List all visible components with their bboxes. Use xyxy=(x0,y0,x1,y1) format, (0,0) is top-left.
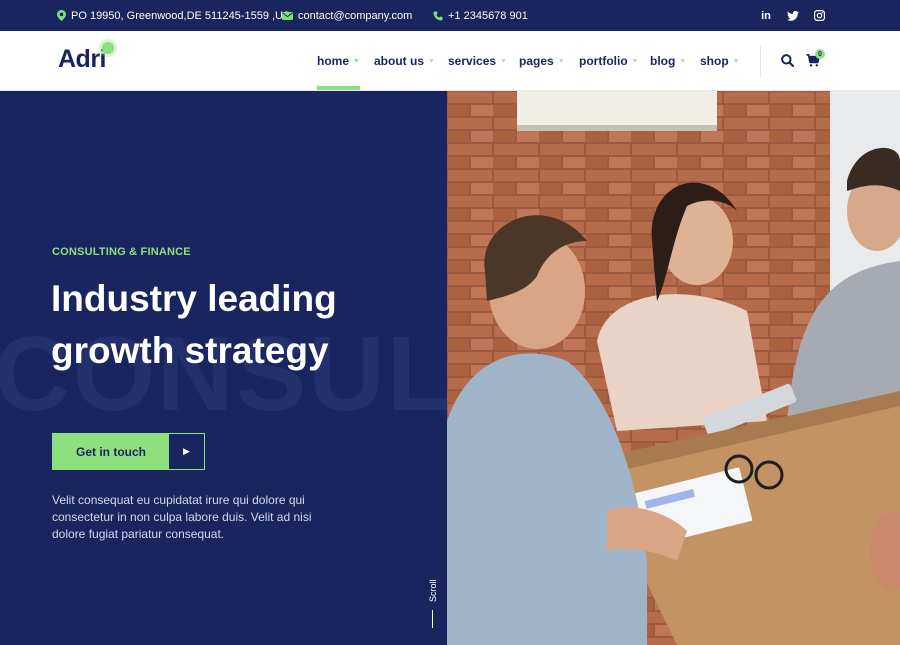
phone-text[interactable]: +1 2345678 901 xyxy=(448,10,528,22)
cart-count-badge: 0 xyxy=(815,49,825,59)
hero-title-line-2: growth strategy xyxy=(51,330,329,371)
active-nav-underline xyxy=(317,86,360,90)
nav-label: about us xyxy=(374,54,424,68)
caret-down-icon: ▼ xyxy=(557,57,565,65)
address-text: PO 19950, Greenwood,DE 511245-1559 ,US xyxy=(71,9,291,22)
hero-panel: CONSULT CONSULTING & FINANCE Industry le… xyxy=(0,91,447,645)
nav-services[interactable]: services ▼ xyxy=(448,31,507,91)
caret-down-icon: ▼ xyxy=(732,57,740,65)
meeting-photo-illustration xyxy=(447,91,900,645)
hero-eyebrow: CONSULTING & FINANCE xyxy=(52,246,191,258)
scroll-line xyxy=(432,610,433,628)
twitter-icon[interactable] xyxy=(785,0,801,31)
top-bar: PO 19950, Greenwood,DE 511245-1559 ,US c… xyxy=(0,0,900,31)
hero-title: Industry leading growth strategy xyxy=(51,273,431,377)
hero-photo xyxy=(447,91,900,645)
nav-label: shop xyxy=(700,54,729,68)
nav-portfolio[interactable]: portfolio ▼ xyxy=(579,31,639,91)
search-icon[interactable] xyxy=(779,51,795,69)
scroll-label: Scroll xyxy=(428,579,438,603)
caret-down-icon: ▼ xyxy=(353,57,360,65)
logo[interactable]: Adri xyxy=(58,45,107,74)
caret-down-icon: ▼ xyxy=(679,57,687,65)
nav-home[interactable]: home ▼ xyxy=(317,31,360,91)
envelope-icon xyxy=(282,11,293,20)
email-text[interactable]: contact@company.com xyxy=(298,10,412,22)
logo-dot xyxy=(102,42,114,54)
play-arrow-icon: ▶ xyxy=(183,446,190,456)
nav-label: portfolio xyxy=(579,54,628,68)
map-pin-icon xyxy=(57,10,66,21)
linkedin-icon[interactable]: in xyxy=(758,0,774,31)
nav-label: home xyxy=(317,54,350,68)
nav-label: pages xyxy=(519,54,554,68)
hero-description: Velit consequat eu cupidatat irure qui d… xyxy=(52,493,312,541)
nav-shop[interactable]: shop ▼ xyxy=(700,31,740,91)
main-header: Adri home ▼ about us ▼ services ▼ pages … xyxy=(0,31,900,91)
email-item[interactable]: contact@company.com xyxy=(282,0,412,31)
header-divider xyxy=(760,45,761,77)
nav-label: blog xyxy=(650,54,676,68)
cta-label: Get in touch xyxy=(53,434,169,469)
get-in-touch-button[interactable]: Get in touch ▶ xyxy=(52,433,205,470)
phone-item[interactable]: +1 2345678 901 xyxy=(433,0,528,31)
nav-about-us[interactable]: about us ▼ xyxy=(374,31,435,91)
nav-label: services xyxy=(448,54,497,68)
nav-blog[interactable]: blog ▼ xyxy=(650,31,686,91)
caret-down-icon: ▼ xyxy=(428,57,435,65)
scroll-indicator[interactable]: Scroll xyxy=(426,576,440,632)
instagram-icon[interactable] xyxy=(811,0,827,31)
nav-pages[interactable]: pages ▼ xyxy=(519,31,565,91)
caret-down-icon: ▼ xyxy=(500,57,507,65)
hero-title-line-1: Industry leading xyxy=(51,278,337,319)
address-item: PO 19950, Greenwood,DE 511245-1559 ,US xyxy=(57,0,290,31)
caret-down-icon: ▼ xyxy=(631,57,639,65)
phone-icon xyxy=(433,10,443,21)
